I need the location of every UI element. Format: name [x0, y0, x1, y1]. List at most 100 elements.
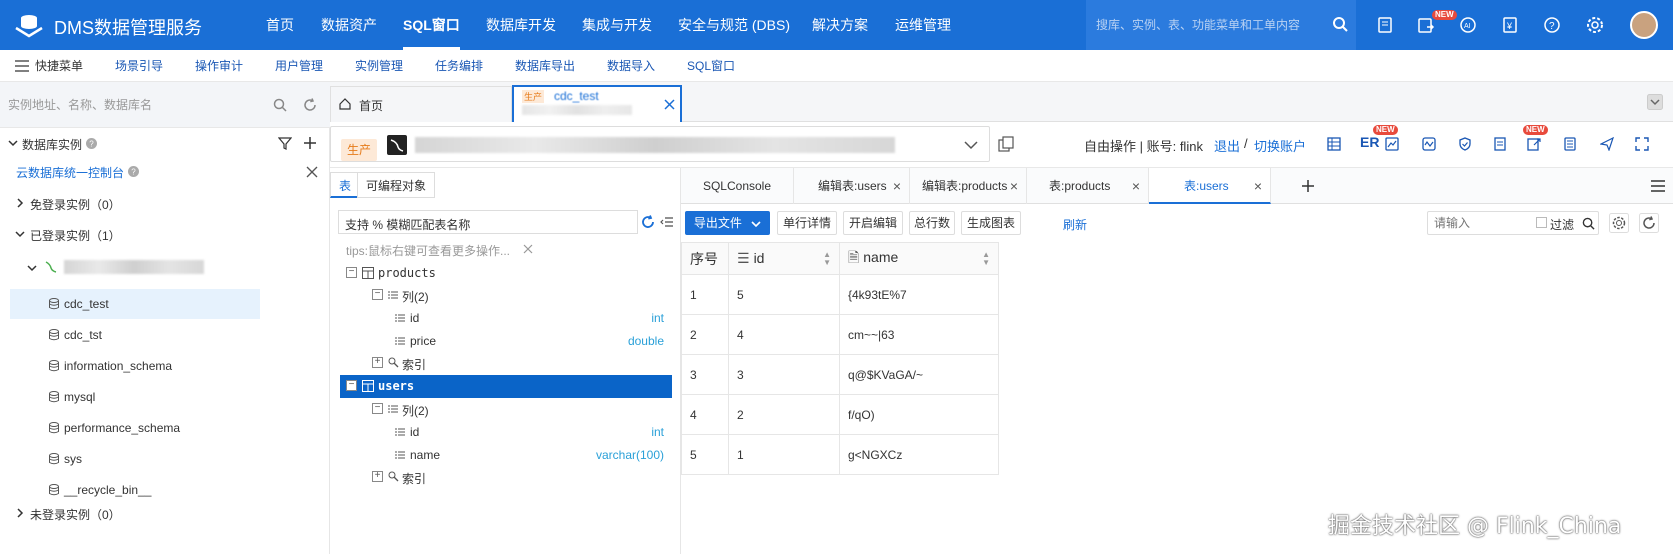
- column-header-name[interactable]: 🗎 name ▲ ▼: [839, 242, 999, 275]
- db-item-cdc_test[interactable]: cdc_test: [10, 289, 260, 319]
- tree-column-item[interactable]: name varchar(100): [340, 444, 672, 466]
- table-grid-icon[interactable]: [1327, 137, 1341, 151]
- tree-table-users[interactable]: − users: [340, 375, 672, 398]
- sort-icon[interactable]: ▲ ▼: [982, 251, 990, 267]
- ai-assistant-icon[interactable]: AI: [1458, 15, 1478, 35]
- nav-db-dev[interactable]: 数据库开发: [486, 0, 556, 50]
- cell[interactable]: 2: [681, 314, 729, 355]
- copy-icon[interactable]: [998, 136, 1014, 152]
- column-header-id[interactable]: ☰ id ▲ ▼: [728, 242, 840, 275]
- search-icon[interactable]: [1332, 16, 1348, 32]
- global-search-input[interactable]: [1096, 15, 1316, 35]
- refresh-icon[interactable]: [303, 98, 317, 112]
- enable-edit-button[interactable]: 开启编辑: [843, 211, 903, 235]
- nav-integration[interactable]: 集成与开发: [582, 0, 652, 50]
- refresh-icon[interactable]: [1639, 213, 1659, 233]
- close-icon[interactable]: ×: [1132, 168, 1140, 204]
- tab-cdc-test[interactable]: 生产 cdc_test: [512, 85, 682, 123]
- quick-link-db-export[interactable]: 数据库导出: [515, 50, 575, 82]
- monitor-icon[interactable]: [1422, 137, 1436, 151]
- search-icon[interactable]: [1582, 217, 1595, 230]
- chevron-down-icon[interactable]: [27, 264, 37, 272]
- cell[interactable]: f/qO): [839, 394, 999, 435]
- quick-link-scene-guide[interactable]: 场景引导: [115, 50, 163, 82]
- tab-edit-users[interactable]: 编辑表:users ×: [794, 168, 910, 204]
- table-search-field[interactable]: 支持 % 模糊匹配表名称: [338, 210, 638, 234]
- table-row[interactable]: 5 1 g<NGXCz: [681, 434, 999, 475]
- tab-tables[interactable]: 表: [330, 172, 361, 198]
- nav-home[interactable]: 首页: [266, 0, 294, 50]
- switch-account-link[interactable]: 切换账户: [1254, 136, 1306, 155]
- nav-sql-window[interactable]: SQL窗口: [403, 0, 460, 50]
- close-icon[interactable]: ×: [1010, 168, 1018, 204]
- hamburger-menu-icon[interactable]: [15, 60, 29, 72]
- db-item-information_schema[interactable]: information_schema: [10, 351, 260, 381]
- tree-column-item[interactable]: price double: [340, 330, 672, 352]
- tree-columns-group[interactable]: − 列(2): [340, 398, 672, 420]
- add-tab-icon[interactable]: [1301, 179, 1315, 193]
- tabs-dropdown-icon[interactable]: [1647, 94, 1663, 110]
- instance-name-redacted[interactable]: [64, 260, 204, 274]
- quick-link-user-mgmt[interactable]: 用户管理: [275, 50, 323, 82]
- db-item-performance_schema[interactable]: performance_schema: [10, 413, 260, 443]
- performance-chart-icon[interactable]: [1385, 137, 1399, 151]
- table-row[interactable]: 3 3 q@$KVaGA/~: [681, 354, 999, 395]
- search-icon[interactable]: [273, 98, 287, 112]
- cell[interactable]: cm~~|63: [839, 314, 999, 355]
- db-item-recycle-bin[interactable]: __recycle_bin__: [10, 475, 260, 505]
- chevron-down-icon[interactable]: [15, 230, 25, 238]
- cell[interactable]: 3: [681, 354, 729, 395]
- help-icon[interactable]: ?: [128, 166, 139, 177]
- brand-title[interactable]: DMS数据管理服务: [54, 14, 202, 40]
- collapse-toggle-icon[interactable]: −: [372, 403, 383, 414]
- user-avatar[interactable]: [1630, 11, 1658, 39]
- chevron-down-icon[interactable]: [964, 140, 978, 150]
- quick-link-task-orchestration[interactable]: 任务编排: [435, 50, 483, 82]
- db-item-sys[interactable]: sys: [10, 444, 260, 474]
- nav-ops[interactable]: 运维管理: [895, 0, 951, 50]
- add-icon[interactable]: [303, 136, 317, 150]
- cell[interactable]: 3: [728, 354, 840, 395]
- group-not-logged[interactable]: 未登录实例（0）: [30, 506, 121, 523]
- row-detail-button[interactable]: 单行详情: [777, 211, 837, 235]
- quick-menu-label[interactable]: 快捷菜单: [35, 50, 83, 82]
- cell[interactable]: 5: [728, 274, 840, 315]
- filter-input[interactable]: [1434, 215, 1524, 231]
- section-title-instances[interactable]: 数据库实例: [22, 136, 82, 153]
- send-icon[interactable]: [1600, 137, 1614, 151]
- nav-solutions[interactable]: 解决方案: [812, 0, 868, 50]
- help-icon[interactable]: ?: [1542, 15, 1562, 35]
- filter-icon[interactable]: [278, 136, 292, 150]
- cell[interactable]: 4: [728, 314, 840, 355]
- collapse-toggle-icon[interactable]: −: [372, 289, 383, 300]
- chevron-right-icon[interactable]: [16, 198, 24, 208]
- tab-programmable-objects[interactable]: 可编程对象: [357, 172, 436, 198]
- cell[interactable]: 4: [681, 394, 729, 435]
- tree-columns-group[interactable]: − 列(2): [340, 284, 672, 306]
- cell[interactable]: 1: [728, 434, 840, 475]
- export-task-icon[interactable]: [1527, 137, 1541, 151]
- tree-table-products[interactable]: − products: [340, 262, 672, 284]
- table-row[interactable]: 4 2 f/qO): [681, 394, 999, 435]
- generate-chart-button[interactable]: 生成图表: [961, 211, 1021, 235]
- expand-toggle-icon[interactable]: +: [372, 357, 383, 368]
- tab-home[interactable]: 首页: [330, 86, 512, 122]
- billing-icon[interactable]: ¥: [1500, 15, 1520, 35]
- work-order-icon[interactable]: [1375, 15, 1395, 35]
- cell[interactable]: q@$KVaGA/~: [839, 354, 999, 395]
- nav-security[interactable]: 安全与规范 (DBS): [678, 0, 790, 50]
- refresh-icon[interactable]: [641, 215, 655, 229]
- chevron-down-icon[interactable]: [8, 138, 18, 148]
- chevron-right-icon[interactable]: [16, 508, 24, 518]
- collapse-all-icon[interactable]: [660, 215, 674, 229]
- tree-column-item[interactable]: id int: [340, 421, 672, 443]
- tree-index-group[interactable]: + 索引: [340, 466, 672, 488]
- refresh-link[interactable]: 刷新: [1063, 216, 1087, 233]
- filter-checkbox[interactable]: [1536, 217, 1547, 228]
- cloud-console-link[interactable]: 云数据库统一控制台: [16, 164, 124, 181]
- column-header-index[interactable]: 序号: [681, 242, 729, 275]
- help-icon[interactable]: ?: [86, 138, 97, 149]
- tree-index-group[interactable]: + 索引: [340, 352, 672, 374]
- dms-logo-icon[interactable]: [14, 12, 44, 38]
- tab-sqlconsole[interactable]: SQLConsole: [681, 168, 794, 204]
